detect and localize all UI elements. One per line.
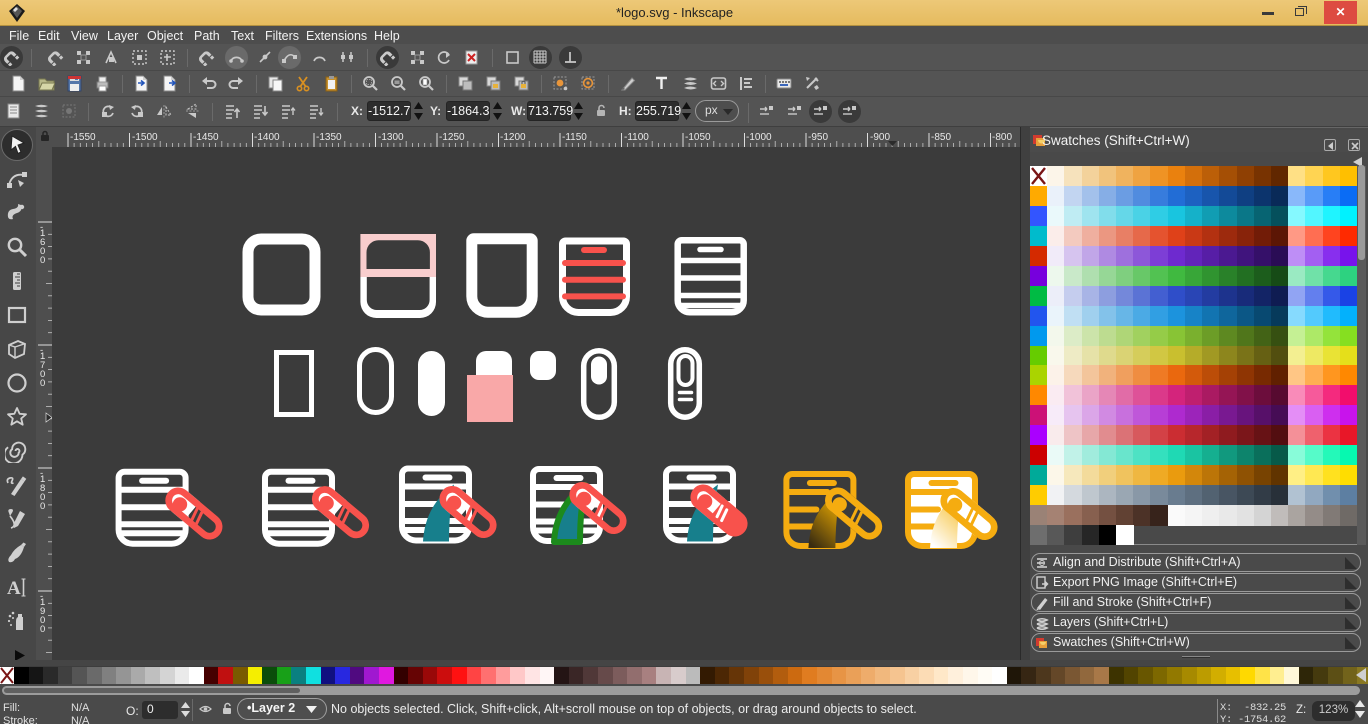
svg-text:-1400: -1400 <box>254 132 280 143</box>
svg-text:-900: -900 <box>870 132 890 143</box>
svg-text:-1050: -1050 <box>685 132 711 143</box>
svg-text:0: 0 <box>40 255 45 266</box>
svg-text:-1250: -1250 <box>439 132 465 143</box>
svg-text:-1300: -1300 <box>378 132 404 143</box>
svg-text:-950: -950 <box>808 132 828 143</box>
svg-text:0: 0 <box>40 501 45 512</box>
svg-text:-1350: -1350 <box>316 132 342 143</box>
svg-text:-1000: -1000 <box>746 132 772 143</box>
svg-text:0: 0 <box>40 378 45 389</box>
svg-text:-1150: -1150 <box>562 132 587 143</box>
svg-text:-1450: -1450 <box>193 132 219 143</box>
svg-text:0: 0 <box>40 624 45 635</box>
svg-text:-1500: -1500 <box>132 132 158 143</box>
svg-text:-1550: -1550 <box>70 132 96 143</box>
svg-text:-1100: -1100 <box>624 132 649 143</box>
svg-text:-1200: -1200 <box>500 132 526 143</box>
svg-text:-800: -800 <box>992 132 1012 143</box>
svg-text:-850: -850 <box>931 132 951 143</box>
svg-text:A: A <box>7 578 21 599</box>
